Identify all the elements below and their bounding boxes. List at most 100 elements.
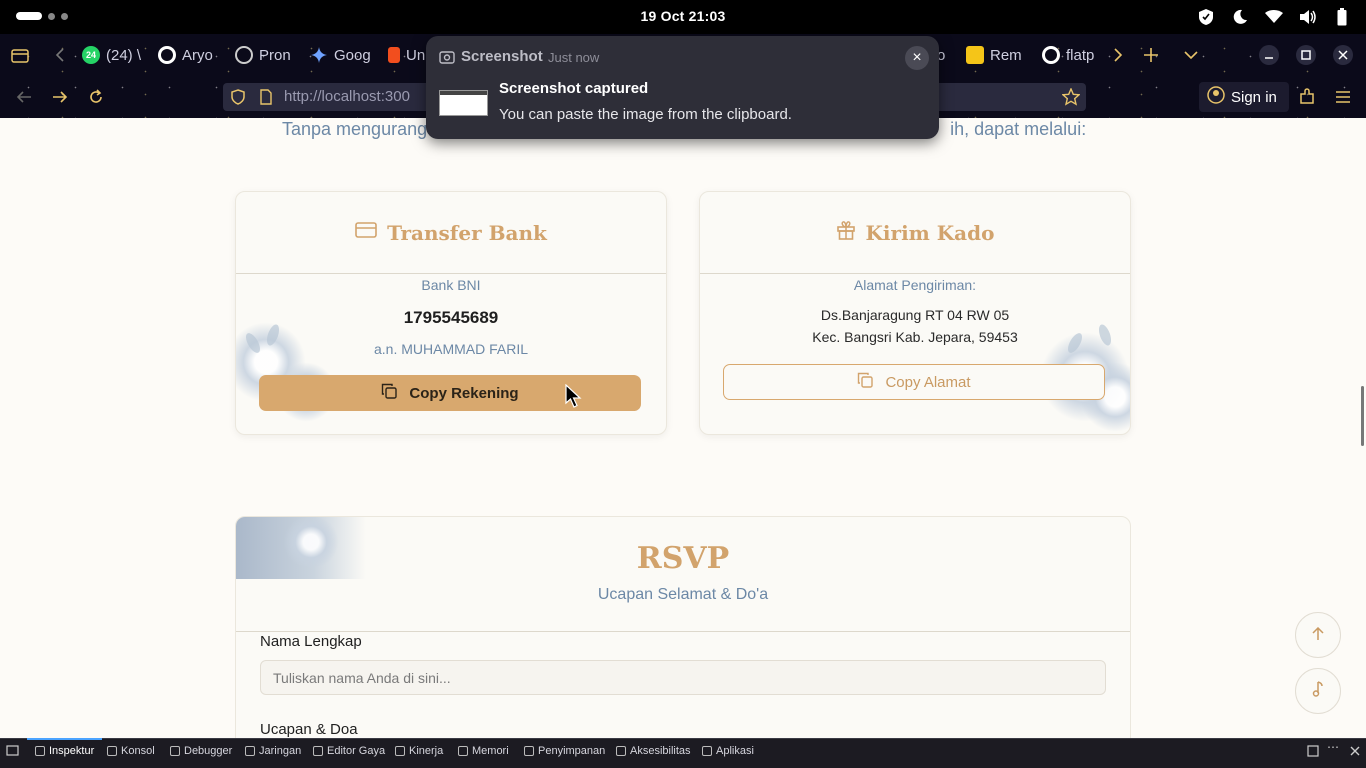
tab-remini[interactable]: Rem (966, 43, 1022, 67)
application-icon (702, 746, 712, 756)
style-editor-icon (313, 746, 323, 756)
music-note-icon (1311, 680, 1325, 702)
github-icon (158, 46, 176, 64)
bank-name: Bank BNI (421, 277, 481, 293)
forward-icon[interactable] (50, 87, 70, 107)
minimize-icon[interactable] (1259, 45, 1279, 65)
rsvp-section: RSVP Ucapan Selamat & Do'a Nama Lengkap … (235, 516, 1131, 738)
address-label: Alamat Pengiriman: (853, 277, 977, 293)
credit-card-icon (355, 221, 377, 244)
network-icon (245, 746, 255, 756)
devtools-tab-debugger[interactable]: Debugger (170, 745, 232, 757)
clock[interactable]: 19 Oct 21:03 (0, 8, 1366, 24)
page-viewport: Tanpa mengurang ih, dapat melalui: Transf… (0, 118, 1366, 738)
sign-in-button[interactable]: Sign in (1199, 82, 1289, 112)
copy-address-button[interactable]: Copy Alamat (723, 364, 1105, 400)
bookmark-star-icon[interactable] (1061, 87, 1081, 107)
element-picker-icon[interactable] (6, 744, 20, 762)
gift-card-title: Kirim Kado (865, 220, 995, 245)
devtools-tab-style-editor[interactable]: Editor Gaya (313, 745, 385, 757)
extensions-icon[interactable] (1297, 87, 1317, 107)
reload-icon[interactable] (86, 87, 106, 107)
close-devtools-icon[interactable] (1350, 743, 1360, 761)
copy-icon (381, 383, 398, 403)
notification-time: Just now (548, 50, 600, 65)
address-line-1: Ds.Banjaragung RT 04 RW 05 (820, 307, 1010, 323)
gift-icon (836, 220, 856, 245)
mouse-cursor-icon (565, 383, 583, 413)
debugger-icon (170, 746, 180, 756)
tab-label: Aryo (182, 46, 213, 64)
night-light-icon (1230, 7, 1250, 27)
wish-label: Ucapan & Doa (260, 721, 358, 738)
shield-icon (1196, 7, 1216, 27)
account-icon (1207, 86, 1225, 108)
scroll-to-top-button[interactable] (1295, 612, 1341, 658)
devtools-tab-inspector[interactable]: Inspektur (35, 745, 94, 757)
openai-icon (235, 46, 253, 64)
tab-figma[interactable]: Un (388, 43, 425, 67)
devtools-tab-network[interactable]: Jaringan (245, 745, 301, 757)
page-info-icon[interactable] (256, 87, 276, 107)
bank-card-title: Transfer Bank (387, 220, 547, 245)
console-icon (107, 746, 117, 756)
accessibility-icon (616, 746, 626, 756)
devtools-tab-storage[interactable]: Penyimpanan (524, 745, 605, 757)
inspector-icon (35, 746, 45, 756)
dock-side-icon[interactable] (1307, 744, 1319, 762)
gift-card-header: Kirim Kado (700, 192, 1130, 274)
tabs-scroll-left-icon[interactable] (50, 45, 70, 65)
tab-label: (24) \ (106, 46, 142, 64)
bank-card-header: Transfer Bank (236, 192, 666, 274)
whatsapp-icon: 24 (82, 46, 100, 64)
account-holder: a.n. MUHAMMAD FARIL (373, 341, 529, 357)
battery-icon (1332, 7, 1352, 27)
system-tray[interactable] (1196, 6, 1352, 28)
gemini-icon (310, 46, 328, 64)
copy-account-button[interactable]: Copy Rekening (259, 375, 641, 411)
devtools-tab-console[interactable]: Konsol (107, 745, 155, 757)
devtools-tab-application[interactable]: Aplikasi (702, 745, 754, 757)
menu-icon[interactable] (1333, 87, 1353, 107)
tab-label: Rem (990, 46, 1022, 64)
name-input[interactable] (260, 660, 1106, 695)
devtools-tab-performance[interactable]: Kinerja (395, 745, 443, 757)
arrow-up-icon (1311, 625, 1325, 646)
maximize-icon[interactable] (1296, 45, 1316, 65)
screenshot-thumbnail (439, 90, 488, 116)
music-toggle-button[interactable] (1295, 668, 1341, 714)
storage-icon (524, 746, 534, 756)
close-window-icon[interactable] (1333, 45, 1353, 65)
tabs-scroll-right-icon[interactable] (1108, 45, 1128, 65)
url-text[interactable]: http://localhost:300 (284, 88, 410, 105)
notification-title: Screenshot captured (499, 80, 649, 97)
close-notification-button[interactable]: × (905, 46, 929, 70)
new-tab-icon[interactable] (1141, 45, 1161, 65)
tab-whatsapp[interactable]: 24 (24) \ (82, 43, 141, 67)
tab-github[interactable]: Aryo (158, 43, 213, 67)
tab-gemini[interactable]: Goog (310, 43, 371, 67)
devtools-tab-accessibility[interactable]: Aksesibilitas (616, 745, 691, 757)
tab-label: Goog (334, 46, 371, 64)
close-icon: × (912, 49, 922, 66)
page-scrollbar[interactable] (1361, 386, 1364, 446)
memory-icon (458, 746, 468, 756)
copy-icon (857, 372, 874, 392)
tab-label: flatp (1066, 46, 1095, 64)
more-options-icon[interactable]: ⋯ (1327, 740, 1339, 754)
tracking-protection-icon[interactable] (228, 87, 248, 107)
performance-icon (395, 746, 405, 756)
back-icon[interactable] (14, 87, 34, 107)
tab-prompt[interactable]: Pron (235, 43, 291, 67)
notification-body: You can paste the image from the clipboa… (499, 106, 792, 123)
tab-flatpak[interactable]: flatp (1042, 43, 1094, 67)
bank-transfer-card: Transfer Bank Bank BNI 1795545689 a.n. M… (235, 191, 667, 435)
remini-icon (966, 46, 984, 64)
github-icon (1042, 46, 1060, 64)
devtools-tab-memory[interactable]: Memori (458, 745, 509, 757)
account-number: 1795545689 (403, 308, 499, 327)
figma-icon (388, 47, 400, 63)
tab-overview-icon[interactable] (10, 45, 30, 65)
list-all-tabs-icon[interactable] (1181, 45, 1201, 65)
name-label: Nama Lengkap (260, 633, 362, 650)
